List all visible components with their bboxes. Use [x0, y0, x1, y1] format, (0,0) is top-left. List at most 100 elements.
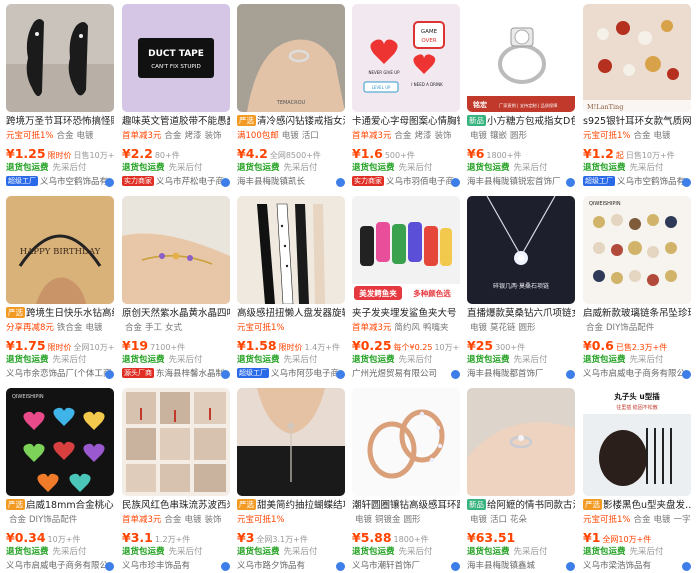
product-card[interactable]: 美发鳄鱼夹 多种颜色选 夹子发夹埋发鲨鱼夹大号 首单减3元 简约风 鸭嘴夹 ¥0.25 每个…	[352, 196, 460, 381]
product-title[interactable]: 严选 清冷感闪钻镂戒指女温	[237, 114, 345, 129]
product-card[interactable]: 碎银几两·莫桑石项链 直播爆款莫桑钻六爪项链女 电镀 莫花链 圆形 ¥25 300+件 退货包…	[467, 196, 575, 381]
seller-line[interactable]: 海丰县梅陇镇锐宏首饰厂	[467, 175, 575, 189]
seller-line[interactable]: 义乌市启威电子商务有限公	[583, 367, 691, 381]
attribute-tag: 电镀	[653, 515, 671, 525]
return-shipping-service: 退货包运费	[122, 355, 165, 365]
seller-line[interactable]: 超级工厂 义乌市空鹤饰品有	[6, 175, 114, 189]
pendant-necklace-icon[interactable]: 碎银几两·莫桑石项链	[467, 196, 575, 304]
pendants-assortment-icon[interactable]: QIWEISHIPIN	[583, 196, 691, 304]
heart-pins-icon[interactable]: GAME OVER NEVER GIVE UP LEVEL UP I NEED …	[352, 4, 460, 112]
seller-line[interactable]: 义乌市珍丰饰品有	[122, 559, 230, 573]
product-card[interactable]: 铭宏 厂家直销 | 支持定制 | 品质保障 新品 小方糖方包戒指女D色 电镀 镶嵌 圆形 ¥…	[467, 4, 575, 189]
product-title[interactable]: 夹子发夹埋发鲨鱼夹大号	[352, 306, 460, 321]
seller-name[interactable]: 义乌市空鹤饰品有	[40, 177, 108, 187]
heart-pendants-icon[interactable]: QIWEISHIPIN	[6, 388, 114, 496]
product-title[interactable]: 新品 给阿嬷的情书同款古法	[467, 498, 575, 513]
seller-name[interactable]: 海丰县梅陇镇鑫城	[467, 561, 535, 571]
promo-text: 元宝可抵1%	[237, 515, 285, 525]
product-card[interactable]: 严选 甜美简约抽拉蝴蝶结项 元宝可抵1% ¥3 全网3.1万+件 退货包运费 先采后付 义乌市…	[237, 388, 345, 573]
seller-line[interactable]: 超级工厂 义乌市空鹤饰品有	[583, 175, 691, 189]
seller-name[interactable]: 义乌市潮轩首饰厂	[352, 561, 420, 571]
product-title[interactable]: 严选 跨境生日快乐水钻高级	[6, 306, 114, 321]
promo-tags-line: 首单减3元 简约风 鸭嘴夹	[352, 321, 460, 336]
seller-line[interactable]: 实力商家 义乌市芹松电子商	[122, 175, 230, 189]
ring-on-hand-icon[interactable]: TEMACROU	[237, 4, 345, 112]
product-card[interactable]: 跨境万圣节耳环恐怖搞怪貼元宝可抵1%合金电镀¥1.25限时价日售10万+件退货包…	[6, 4, 114, 189]
bat-earrings-icon[interactable]	[6, 4, 114, 112]
diamond-ring-icon[interactable]: 铭宏 厂家直销 | 支持定制 | 品质保障	[467, 4, 575, 112]
seller-line[interactable]: 义乌市潮轩首饰厂	[352, 559, 460, 573]
seller-name[interactable]: 义乌市芹松电子商	[156, 177, 224, 187]
product-title[interactable]: 新品 小方糖方包戒指女D色	[467, 114, 575, 129]
hoop-earrings-icon[interactable]	[352, 388, 460, 496]
seller-name[interactable]: 义乌市启威电子商务有限公	[6, 561, 108, 571]
seller-line[interactable]: 海丰县梅陇镇鑫城	[467, 559, 575, 573]
flower-ring-icon[interactable]	[467, 388, 575, 496]
seller-line[interactable]: 广州光煜贸易有限公司	[352, 367, 460, 381]
seller-name[interactable]: 东海县梓馨水晶制	[156, 369, 224, 379]
product-card[interactable]: 高级感扭扭懒人盘发器旋转 元宝可抵1% ¥1.58 限时价 1.4万+件 退货包运费 先采后…	[237, 196, 345, 381]
birthday-headband-icon[interactable]: HAPPY BIRTHDAY	[6, 196, 114, 304]
seller-name[interactable]: 义乌市余恋饰品厂(个体工商	[6, 369, 111, 379]
duct-tape-pin-icon[interactable]: DUCT TAPE CAN'T FIX STUPID	[122, 4, 230, 112]
seller-line[interactable]: 海丰县梅陇镇凯长	[237, 175, 345, 189]
product-title[interactable]: 直播爆款莫桑钻六爪项链女	[467, 306, 575, 321]
product-card[interactable]: 潮轩圆圈镶钻高级感耳环跨 电镀 铜镀金 圆形 ¥5.88 1800+件 退货包运费 先采后付义…	[352, 388, 460, 573]
product-card[interactable]: 原创天然紫水晶黄水晶四叶 合金 手工 女式 ¥19 7100+件 退货包运费 先采后付 源头厂商…	[122, 196, 230, 381]
seller-line[interactable]: 义乌市梁浩饰品有	[583, 559, 691, 573]
seller-name[interactable]: 海丰县梅陇都首饰厂	[467, 369, 544, 379]
seller-name[interactable]: 义乌市梁浩饰品有	[583, 561, 651, 571]
u-hairpin-icon[interactable]: 丸子头 u型插 往里插 稳固不松散	[583, 388, 691, 496]
product-card[interactable]: QIWEISHIPIN 严选启威18mm合金桃心吊坠合金DIY饰品配件¥0.34…	[6, 388, 114, 573]
seller-line[interactable]: 海丰县梅陇都首饰厂	[467, 367, 575, 381]
product-title-text: 启威18mm合金桃心吊坠	[26, 500, 114, 511]
attribute-tag: 合金	[164, 131, 182, 141]
pearl-earrings-icon[interactable]: M!LanTing	[583, 4, 691, 112]
pay-later-service: 先采后付	[168, 547, 203, 557]
seller-name[interactable]: 义乌市阿莎电子商	[271, 369, 339, 379]
hair-twister-icon[interactable]	[237, 196, 345, 304]
seller-line[interactable]: 义乌市路夕饰品有	[237, 559, 345, 573]
hair-claw-icon[interactable]: 美发鳄鱼夹 多种颜色选	[352, 196, 460, 304]
seller-name[interactable]: 海丰县梅陇镇锐宏首饰厂	[467, 177, 561, 187]
product-title[interactable]: 卡通爱心字母图案心情胸针	[352, 114, 460, 129]
seller-name[interactable]: 海丰县梅陇镇凯长	[237, 177, 305, 187]
seller-line[interactable]: 源头厂商 东海县梓馨水晶制	[122, 367, 230, 381]
tassel-earrings-icon[interactable]	[122, 388, 230, 496]
seller-line[interactable]: 义乌市启威电子商务有限公	[6, 559, 114, 573]
seller-name[interactable]: 义乌市路夕饰品有	[237, 561, 305, 571]
bow-necklace-icon[interactable]	[237, 388, 345, 496]
product-title[interactable]: 潮轩圆圈镶钻高级感耳环跨	[352, 498, 460, 513]
seller-line[interactable]: 实力商家 义乌市羽佰电子商	[352, 175, 460, 189]
seller-name[interactable]: 义乌市羽佰电子商	[386, 177, 454, 187]
product-card[interactable]: M!LanTing s925银针耳环女款气质网红 元宝可抵1% 合金 电镀 ¥1.2 起日售…	[583, 4, 691, 189]
seller-line[interactable]: 义乌市余恋饰品厂(个体工商	[6, 367, 114, 381]
service-line: 退货包运费 先采后付	[6, 545, 114, 559]
product-title[interactable]: 原创天然紫水晶黄水晶四叶	[122, 306, 230, 321]
product-title[interactable]: s925银针耳环女款气质网红	[583, 114, 691, 129]
product-card[interactable]: 民族风红色串珠流苏波西米 首单减3元 合金 电镀 装饰 ¥3.1 1.2万+件 退货包运费 先采…	[122, 388, 230, 573]
seller-name[interactable]: 广州光煜贸易有限公司	[352, 369, 437, 379]
seller-line[interactable]: 超级工厂 义乌市阿莎电子商	[237, 367, 345, 381]
product-title[interactable]: 跨境万圣节耳环恐怖搞怪貼	[6, 114, 114, 129]
product-title[interactable]: 严选 影楼黑色u型夹盘发…	[583, 498, 691, 513]
product-card[interactable]: 丸子头 u型插 往里插 稳固不松散 严选 影楼黑色u型夹盘发… 元宝可抵1% 合金 电镀…	[583, 388, 691, 573]
seller-name[interactable]: 义乌市珍丰饰品有	[122, 561, 190, 571]
product-card[interactable]: GAME OVER NEVER GIVE UP LEVEL UP I NEED …	[352, 4, 460, 189]
product-title[interactable]: 严选启威18mm合金桃心吊坠	[6, 498, 114, 513]
price-note: 限时价	[278, 343, 303, 352]
product-title[interactable]: 高级感扭扭懒人盘发器旋转	[237, 306, 345, 321]
product-title[interactable]: 启威新款玻璃链条吊坠珍珠	[583, 306, 691, 321]
product-title[interactable]: 民族风红色串珠流苏波西米	[122, 498, 230, 513]
crystal-bracelet-icon[interactable]	[122, 196, 230, 304]
product-card[interactable]: DUCT TAPE CAN'T FIX STUPID 趣味英文管道胶带不能愚蠢 首单…	[122, 4, 230, 189]
price: ¥1.75	[6, 338, 46, 353]
product-title[interactable]: 严选 甜美简约抽拉蝴蝶结项	[237, 498, 345, 513]
product-card[interactable]: QIWEISHIPIN 启威新款玻璃链条吊坠珍珠 合金 DIY饰品配件 ¥0.6 已售2…	[583, 196, 691, 381]
product-card[interactable]: 新品 给阿嬷的情书同款古法 电镀 活口 花朵 ¥63.51 退货包运费 先采后付 海丰县梅陇镇鑫…	[467, 388, 575, 573]
product-card[interactable]: TEMACROU 严选 清冷感闪钻镂戒指女温 满100包邮 电镀 活口 ¥4.2 全网8500…	[237, 4, 345, 189]
product-title[interactable]: 趣味英文管道胶带不能愚蠢	[122, 114, 230, 129]
product-card[interactable]: HAPPY BIRTHDAY 严选 跨境生日快乐水钻高级 分享再减8元 铁合金 电镀 ¥1…	[6, 196, 114, 381]
seller-name[interactable]: 义乌市启威电子商务有限公	[583, 369, 685, 379]
seller-name[interactable]: 义乌市空鹤饰品有	[617, 177, 685, 187]
